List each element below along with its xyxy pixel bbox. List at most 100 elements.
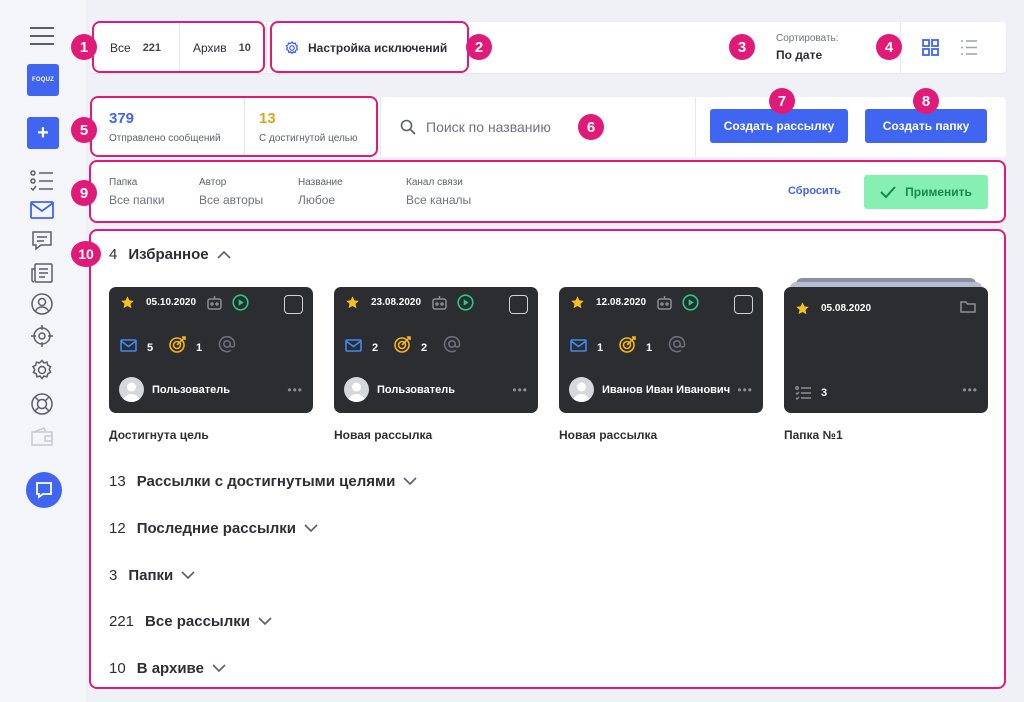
group-title: Последние рассылки [136, 520, 297, 537]
card-title[interactable]: Новая рассылка [334, 428, 432, 442]
folder-icon [960, 301, 976, 313]
card-title[interactable]: Новая рассылка [559, 428, 657, 442]
create-plus-button[interactable]: + [27, 117, 59, 149]
card-goal-count: 2 [421, 342, 428, 354]
group-title: Все рассылки [145, 613, 250, 630]
menu-icon[interactable] [27, 26, 57, 46]
mailing-card[interactable]: 23.08.2020 2 2 Пользователь ••• [334, 287, 538, 413]
divider [266, 22, 267, 73]
star-icon[interactable] [795, 301, 810, 316]
reset-filters-link[interactable]: Сбросить [788, 185, 841, 197]
more-icon[interactable]: ••• [287, 384, 303, 396]
group-favorites-header[interactable]: 4 Избранное [109, 246, 231, 263]
group-goals-header[interactable]: 13 Рассылки с достигнутыми целями [109, 473, 417, 490]
more-icon[interactable]: ••• [512, 384, 528, 396]
user-icon[interactable] [27, 291, 57, 317]
star-icon[interactable] [345, 295, 360, 310]
callout-marker: 9 [71, 180, 97, 206]
card-title[interactable]: Достигнута цель [109, 428, 209, 442]
play-icon[interactable] [232, 294, 249, 311]
goal-label: С достигнутой целью [259, 133, 358, 144]
filter-name-select[interactable]: Любое [298, 193, 335, 207]
star-icon[interactable] [120, 295, 135, 310]
grid-view-icon[interactable] [922, 39, 939, 61]
list-view-icon[interactable] [960, 39, 978, 61]
target-icon[interactable] [27, 323, 57, 349]
at-icon [218, 335, 236, 353]
card-author: Иванов Иван Иванович [602, 384, 731, 396]
more-icon[interactable]: ••• [962, 384, 978, 396]
sidebar: FOQUZ + [0, 0, 86, 702]
play-icon[interactable] [682, 294, 699, 311]
tab-archive-count: 10 [238, 41, 251, 54]
play-icon[interactable] [457, 294, 474, 311]
tab-all-count: 221 [142, 41, 162, 54]
group-archive-header[interactable]: 10 В архиве [109, 660, 226, 677]
card-checkbox[interactable] [509, 295, 528, 314]
top-toolbar: Все 221 Архив 10 Настройка исключений Со… [90, 22, 1006, 73]
group-folders-header[interactable]: 3 Папки [109, 567, 195, 584]
card-date: 05.10.2020 [146, 297, 197, 308]
filters-bar: Папка Все папки Автор Все авторы Названи… [90, 162, 1006, 222]
filter-folder-caption: Папка [109, 177, 138, 188]
mail-icon [345, 339, 362, 352]
filter-channel-select[interactable]: Все каналы [406, 193, 471, 207]
create-mailing-button[interactable]: Создать рассылку [710, 109, 848, 143]
card-title[interactable]: Папка №1 [784, 428, 843, 442]
folder-items-count: 3 [821, 387, 828, 399]
mailing-card[interactable]: 12.08.2020 1 1 Иванов Иван Иванович ••• [559, 287, 763, 413]
mailing-card[interactable]: 05.10.2020 5 1 Пользователь ••• [109, 287, 313, 413]
group-recent-header[interactable]: 12 Последние рассылки [109, 520, 318, 537]
robot-icon [432, 296, 447, 310]
apply-filters-button[interactable]: Применить [864, 175, 988, 209]
group-title: Избранное [128, 246, 209, 263]
card-checkbox[interactable] [284, 295, 303, 314]
sort-caption: Сортировать: [776, 33, 839, 44]
star-icon[interactable] [570, 295, 585, 310]
news-icon[interactable] [27, 260, 57, 286]
more-icon[interactable]: ••• [737, 384, 753, 396]
card-author: Пользователь [377, 384, 456, 396]
tab-archive[interactable]: Архив 10 [193, 22, 251, 73]
lifebuoy-icon[interactable] [27, 391, 57, 417]
apply-label: Применить [905, 185, 972, 199]
filter-channel-caption: Канал связи [406, 177, 463, 188]
callout-marker: 5 [71, 117, 97, 143]
create-folder-button[interactable]: Создать папку [865, 109, 987, 143]
callout-marker: 8 [913, 88, 939, 114]
folder-card[interactable]: 05.08.2020 3 ••• [784, 287, 988, 413]
goal-count: 13 [259, 110, 276, 127]
card-date: 12.08.2020 [596, 297, 647, 308]
tab-all[interactable]: Все 221 [110, 22, 161, 73]
divider [380, 97, 381, 157]
card-mail-count: 5 [147, 342, 154, 354]
search-input[interactable] [426, 115, 676, 139]
chevron-down-icon [403, 477, 417, 486]
filter-author-select[interactable]: Все авторы [199, 193, 263, 207]
card-mail-count: 1 [597, 342, 604, 354]
group-all-header[interactable]: 221 Все рассылки [109, 613, 272, 630]
wallet-icon[interactable] [27, 424, 57, 450]
robot-icon [657, 296, 672, 310]
mail-icon[interactable] [27, 197, 57, 223]
card-date: 05.08.2020 [821, 303, 872, 314]
callout-marker: 2 [466, 34, 492, 60]
exceptions-settings-button[interactable]: Настройка исключений [285, 22, 447, 73]
chevron-down-icon [181, 571, 195, 580]
search-icon [400, 119, 416, 140]
filter-folder-select[interactable]: Все папки [109, 193, 165, 207]
checklist-icon[interactable] [27, 168, 57, 194]
card-checkbox[interactable] [734, 295, 753, 314]
callout-marker: 7 [769, 88, 795, 114]
exceptions-settings-label: Настройка исключений [308, 40, 448, 55]
sort-dropdown[interactable]: По дате [776, 48, 822, 62]
tab-archive-label: Архив [193, 40, 227, 55]
chevron-down-icon [258, 617, 272, 626]
callout-marker: 6 [578, 114, 604, 140]
mail-icon [570, 339, 587, 352]
gear-icon[interactable] [27, 357, 57, 383]
chat-button[interactable] [26, 472, 62, 508]
app-logo[interactable]: FOQUZ [27, 64, 59, 96]
filter-name-caption: Название [298, 177, 343, 188]
feedback-icon[interactable] [27, 228, 57, 254]
